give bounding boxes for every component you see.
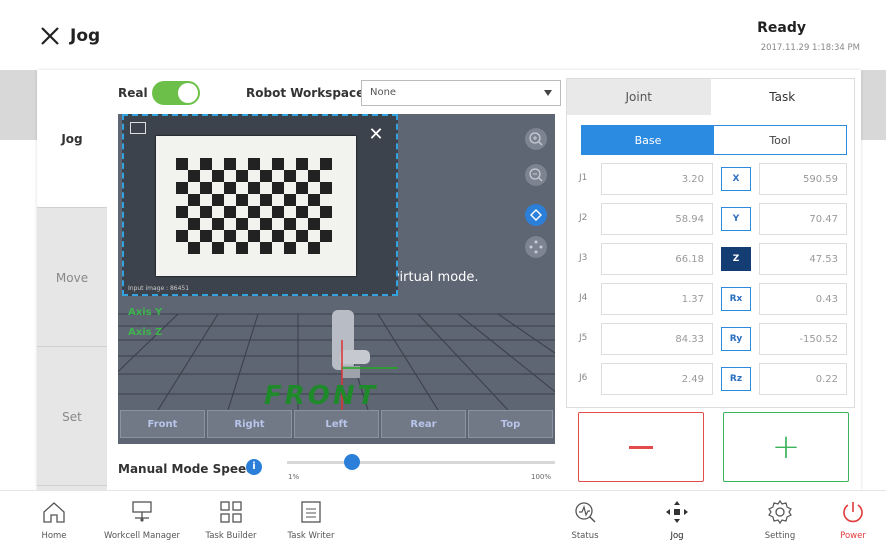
speed-slider-track[interactable] <box>287 461 555 464</box>
jog-card: Jog Move Set Real Robot Workspace None n… <box>37 70 861 490</box>
workspace-value: None <box>370 87 397 98</box>
coordinate-panel: Joint Task Base Tool J1 3.20 X 590.59 J2… <box>566 78 855 408</box>
speed-min-label: 1% <box>288 473 300 481</box>
coord-row: J3 66.18 Z 47.53 <box>579 243 849 275</box>
task-axis-button[interactable]: Rz <box>721 367 751 391</box>
jog-plus-button[interactable]: + <box>723 412 849 482</box>
task-builder-icon <box>220 501 242 523</box>
speed-label: Manual Mode Speed <box>118 462 255 476</box>
zoom-out-icon[interactable] <box>525 164 547 186</box>
jog-minus-button[interactable] <box>578 412 704 482</box>
coord-row: J4 1.37 Rx 0.43 <box>579 283 849 315</box>
view-right-button[interactable]: Right <box>207 410 292 438</box>
task-axis-button[interactable]: Z <box>721 247 751 271</box>
task-value: 70.47 <box>759 203 847 235</box>
task-value: 0.43 <box>759 283 847 315</box>
nav-jog[interactable]: Jog <box>627 499 727 541</box>
workspace-select[interactable]: None <box>361 80 561 106</box>
task-axis-button[interactable]: Rx <box>721 287 751 311</box>
joint-label: J2 <box>579 213 588 223</box>
front-floor-label: FRONT <box>264 381 379 411</box>
speed-max-label: 100% <box>531 473 552 481</box>
plus-icon: + <box>771 427 801 467</box>
nav-power[interactable]: Power <box>803 499 886 541</box>
gear-icon <box>768 499 792 525</box>
toggle-knob <box>178 83 198 103</box>
power-icon <box>843 502 863 523</box>
view-rear-button[interactable]: Rear <box>381 410 466 438</box>
task-axis-button[interactable]: Ry <box>721 327 751 351</box>
joint-value: 1.37 <box>601 283 713 315</box>
workcell-icon <box>132 501 152 522</box>
real-label: Real <box>118 86 148 100</box>
view-top-button[interactable]: Top <box>468 410 553 438</box>
view-front-button[interactable]: Front <box>120 410 205 438</box>
frame-tool-button[interactable]: Tool <box>714 126 846 154</box>
coord-row: J5 84.33 Ry -150.52 <box>579 323 849 355</box>
frame-base-button[interactable]: Base <box>582 126 714 154</box>
view-buttons: Front Right Left Rear Top <box>118 410 555 438</box>
task-writer-icon <box>301 501 321 523</box>
task-value: -150.52 <box>759 323 847 355</box>
coord-row: J2 58.94 Y 70.47 <box>579 203 849 235</box>
joint-label: J1 <box>579 173 588 183</box>
camera-preview[interactable]: ✕ Input image : 86451 <box>122 114 398 296</box>
task-axis-button[interactable]: X <box>721 167 751 191</box>
minus-icon <box>629 445 653 449</box>
coord-row: J6 2.49 Rz 0.22 <box>579 363 849 395</box>
header: Jog Ready 2017.11.29 1:18:34 PM <box>0 0 886 70</box>
joint-value: 66.18 <box>601 243 713 275</box>
status-text: Ready <box>757 20 806 36</box>
home-icon <box>43 502 65 523</box>
nav-task-writer[interactable]: Task Writer <box>261 499 361 541</box>
axis-z-label: Axis Z <box>128 327 163 338</box>
tab-move[interactable]: Move <box>37 209 107 347</box>
speed-slider-handle[interactable] <box>344 454 360 470</box>
view-left-button[interactable]: Left <box>294 410 379 438</box>
chevron-down-icon <box>544 90 552 96</box>
joint-value: 58.94 <box>601 203 713 235</box>
page-title: Jog <box>70 26 101 46</box>
nav-workcell-manager[interactable]: Workcell Manager <box>92 499 192 541</box>
axis-y-label: Axis Y <box>128 307 163 318</box>
close-icon[interactable] <box>38 24 62 48</box>
info-icon[interactable]: i <box>246 459 262 475</box>
tab-joint[interactable]: Joint <box>567 79 711 115</box>
status-icon <box>575 502 596 523</box>
close-camera-icon[interactable]: ✕ <box>364 124 388 148</box>
nav-home[interactable]: Home <box>4 499 104 541</box>
joint-label: J5 <box>579 333 588 343</box>
tab-task[interactable]: Task <box>710 79 854 115</box>
frame-toggle: Base Tool <box>581 125 847 155</box>
coord-row: J1 3.20 X 590.59 <box>579 163 849 195</box>
camera-icon[interactable] <box>130 122 146 134</box>
tab-jog[interactable]: Jog <box>37 70 107 208</box>
zoom-in-icon[interactable] <box>525 128 547 150</box>
task-value: 47.53 <box>759 243 847 275</box>
jog-icon <box>666 501 688 523</box>
bottom-nav: Home Workcell Manager Task Builder Task … <box>0 490 886 554</box>
joint-label: J4 <box>579 293 588 303</box>
pan-view-icon[interactable] <box>525 236 547 258</box>
timestamp: 2017.11.29 1:18:34 PM <box>760 43 860 53</box>
task-axis-button[interactable]: Y <box>721 207 751 231</box>
joint-value: 84.33 <box>601 323 713 355</box>
workspace-label: Robot Workspace <box>246 86 365 100</box>
checkerboard-image <box>156 136 356 276</box>
real-toggle[interactable] <box>152 81 200 105</box>
rotate-view-icon[interactable] <box>525 204 547 226</box>
mode-tabs: Joint Task <box>567 79 854 115</box>
nav-status[interactable]: Status <box>535 499 635 541</box>
camera-caption: Input image : 86451 <box>128 285 190 292</box>
side-tabs: Jog Move Set <box>37 70 107 490</box>
joint-value: 3.20 <box>601 163 713 195</box>
task-value: 0.22 <box>759 363 847 395</box>
joint-label: J3 <box>579 253 588 263</box>
tab-set[interactable]: Set <box>37 348 107 486</box>
task-value: 590.59 <box>759 163 847 195</box>
joint-label: J6 <box>579 373 588 383</box>
joint-value: 2.49 <box>601 363 713 395</box>
